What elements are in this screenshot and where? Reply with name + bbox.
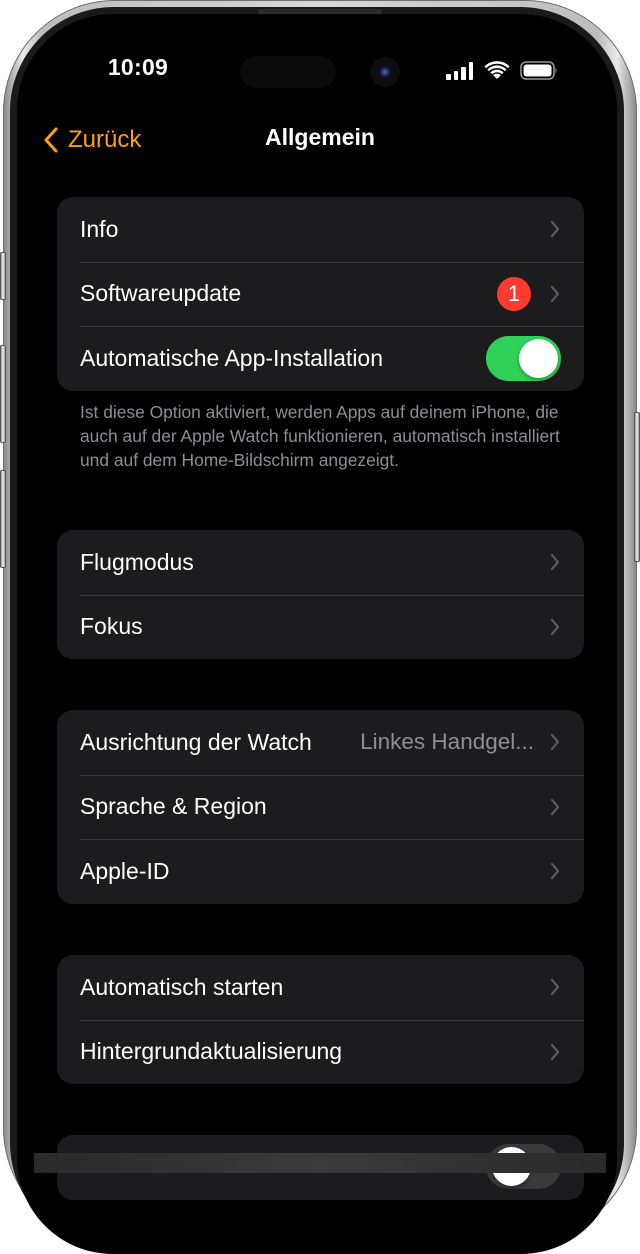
row-background-refresh[interactable]: Hintergrundaktualisierung bbox=[57, 1019, 584, 1085]
chevron-right-icon bbox=[550, 1043, 560, 1060]
dynamic-island bbox=[240, 56, 336, 88]
row-auto-launch[interactable]: Automatisch starten bbox=[57, 955, 584, 1020]
chevron-right-icon bbox=[550, 979, 560, 996]
row-watch-orientation[interactable]: Ausrichtung der Watch Linkes Handgel... bbox=[57, 710, 584, 775]
row-info[interactable]: Info bbox=[57, 197, 584, 262]
action-button bbox=[0, 252, 6, 300]
chevron-right-icon bbox=[550, 554, 560, 571]
row-label: Apple-ID bbox=[80, 857, 170, 884]
settings-group-general: Info Softwareupdate 1 Automatische App-I… bbox=[57, 197, 584, 391]
row-label: Softwareupdate bbox=[80, 280, 242, 307]
row-value: Linkes Handgel... bbox=[360, 729, 534, 755]
row-label: Hintergrundaktualisierung bbox=[80, 1038, 343, 1065]
row-label: Info bbox=[80, 215, 119, 242]
settings-group-modes: Flugmodus Fokus bbox=[57, 530, 584, 659]
row-label: Flugmodus bbox=[80, 548, 194, 575]
status-time: 10:09 bbox=[107, 54, 169, 80]
page-title: Allgemein bbox=[265, 124, 375, 150]
row-auto-app-install: Automatische App-Installation bbox=[57, 326, 584, 391]
chevron-right-icon bbox=[550, 798, 560, 815]
cellular-signal-icon bbox=[446, 62, 474, 80]
row-label: Fokus bbox=[80, 613, 143, 640]
volume-down-button bbox=[0, 470, 6, 568]
battery-icon bbox=[520, 61, 557, 80]
row-softwareupdate[interactable]: Softwareupdate 1 bbox=[57, 261, 584, 327]
row-flugmodus[interactable]: Flugmodus bbox=[57, 530, 584, 595]
volume-up-button bbox=[0, 345, 6, 443]
toggle-knob bbox=[519, 339, 558, 379]
row-label: Automatische App-Installation bbox=[80, 344, 384, 371]
settings-group-background: Automatisch starten Hintergrundaktualisi… bbox=[57, 955, 584, 1084]
row-fokus[interactable]: Fokus bbox=[57, 594, 584, 660]
side-button bbox=[634, 412, 640, 562]
auto-app-install-toggle[interactable] bbox=[486, 336, 561, 382]
row-label: Automatisch starten bbox=[80, 973, 284, 1000]
front-camera-icon bbox=[370, 57, 400, 87]
chevron-right-icon bbox=[550, 618, 560, 635]
row-label: Sprache & Region bbox=[80, 793, 267, 820]
row-language-region[interactable]: Sprache & Region bbox=[57, 774, 584, 840]
chevron-right-icon bbox=[550, 221, 560, 238]
settings-group-watch: Ausrichtung der Watch Linkes Handgel... … bbox=[57, 710, 584, 904]
notification-badge: 1 bbox=[497, 276, 531, 311]
row-apple-id[interactable]: Apple-ID bbox=[57, 839, 584, 904]
chevron-right-icon bbox=[550, 285, 560, 302]
row-label: Ausrichtung der Watch bbox=[80, 728, 312, 755]
chevron-right-icon bbox=[550, 734, 560, 751]
wifi-icon bbox=[484, 61, 510, 79]
chevron-right-icon bbox=[550, 863, 560, 880]
auto-install-footer-note: Ist diese Option aktiviert, werden Apps … bbox=[80, 402, 560, 470]
bottom-cutoff bbox=[34, 1153, 606, 1173]
